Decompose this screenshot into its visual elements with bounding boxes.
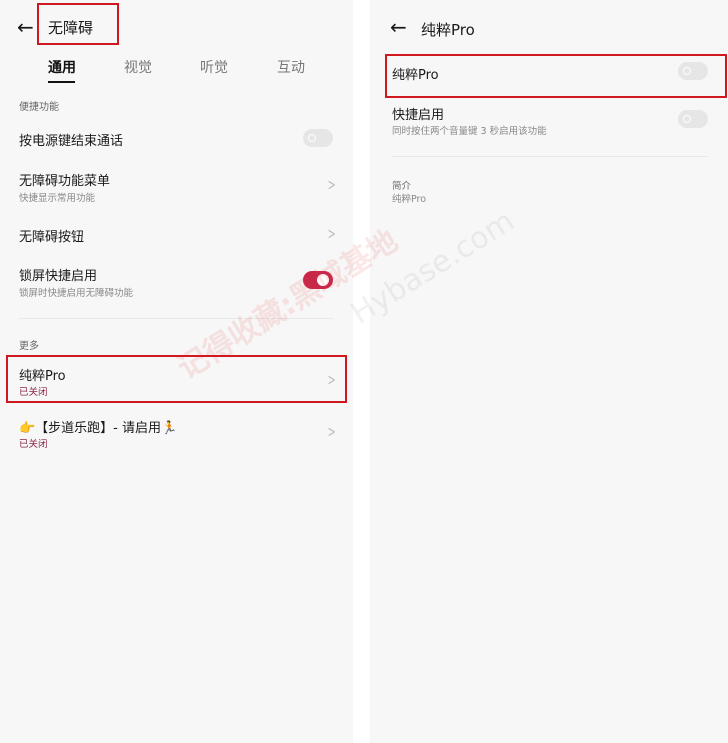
list-item-accessibility-menu[interactable]: 无障碍功能菜单 快捷显示常用功能 > xyxy=(0,165,353,207)
chevron-right-icon: > xyxy=(327,370,336,389)
page-title: 无障碍 xyxy=(48,19,94,37)
intro-value: 纯粹Pro xyxy=(392,194,427,205)
item-title: 纯粹Pro xyxy=(19,369,66,384)
item-subtitle: 同时按住两个音量键 3 秒启用该功能 xyxy=(392,126,547,137)
tab-interaction[interactable]: 互动 xyxy=(277,57,305,77)
item-title: 锁屏快捷启用 xyxy=(19,269,98,284)
intro-label: 简介 xyxy=(392,181,412,192)
item-subtitle: 快捷显示常用功能 xyxy=(19,193,96,204)
section-header: 便捷功能 xyxy=(19,102,59,113)
section-header: 更多 xyxy=(19,341,39,352)
toggle-switch[interactable] xyxy=(678,110,708,128)
status-text: 已关闭 xyxy=(19,387,48,398)
list-item-power-end-call[interactable]: 按电源键结束通话 xyxy=(0,122,353,154)
item-title: 纯粹Pro xyxy=(392,68,439,83)
item-subtitle: 锁屏时快捷启用无障碍功能 xyxy=(19,288,134,299)
chevron-right-icon: > xyxy=(327,422,336,441)
toggle-switch[interactable] xyxy=(678,62,708,80)
list-item-chuncui-pro-toggle[interactable]: 纯粹Pro xyxy=(370,56,728,96)
item-title: 按电源键结束通话 xyxy=(19,134,124,149)
item-title: 快捷启用 xyxy=(392,108,445,123)
chevron-right-icon: > xyxy=(327,224,336,243)
toggle-switch[interactable] xyxy=(303,129,333,147)
item-title: 👉【步道乐跑】- 请启用🏃 xyxy=(19,421,178,436)
list-item-accessibility-button[interactable]: 无障碍按钮 > xyxy=(0,218,353,250)
list-item-quick-enable[interactable]: 快捷启用 同时按住两个音量键 3 秒启用该功能 xyxy=(370,102,728,142)
tab-vision[interactable]: 视觉 xyxy=(124,57,152,77)
accessibility-panel: ← 无障碍 通用 视觉 听觉 互动 便捷功能 按电源键结束通话 无障碍功能菜单 … xyxy=(0,0,353,743)
back-arrow-icon[interactable]: ← xyxy=(390,17,407,37)
tab-indicator xyxy=(48,81,75,83)
divider xyxy=(392,156,708,157)
status-text: 已关闭 xyxy=(19,439,48,450)
tab-hearing[interactable]: 听觉 xyxy=(200,57,228,77)
chuncui-pro-panel: ← 纯粹Pro 纯粹Pro 快捷启用 同时按住两个音量键 3 秒启用该功能 简介… xyxy=(370,0,728,743)
chevron-right-icon: > xyxy=(327,175,336,194)
tab-general[interactable]: 通用 xyxy=(48,57,76,77)
item-title: 无障碍功能菜单 xyxy=(19,174,111,189)
page-title: 纯粹Pro xyxy=(421,21,475,39)
back-arrow-icon[interactable]: ← xyxy=(17,17,34,37)
item-title: 无障碍按钮 xyxy=(19,230,85,245)
list-item-budao-lepao[interactable]: 👉【步道乐跑】- 请启用🏃 已关闭 > xyxy=(0,410,353,452)
